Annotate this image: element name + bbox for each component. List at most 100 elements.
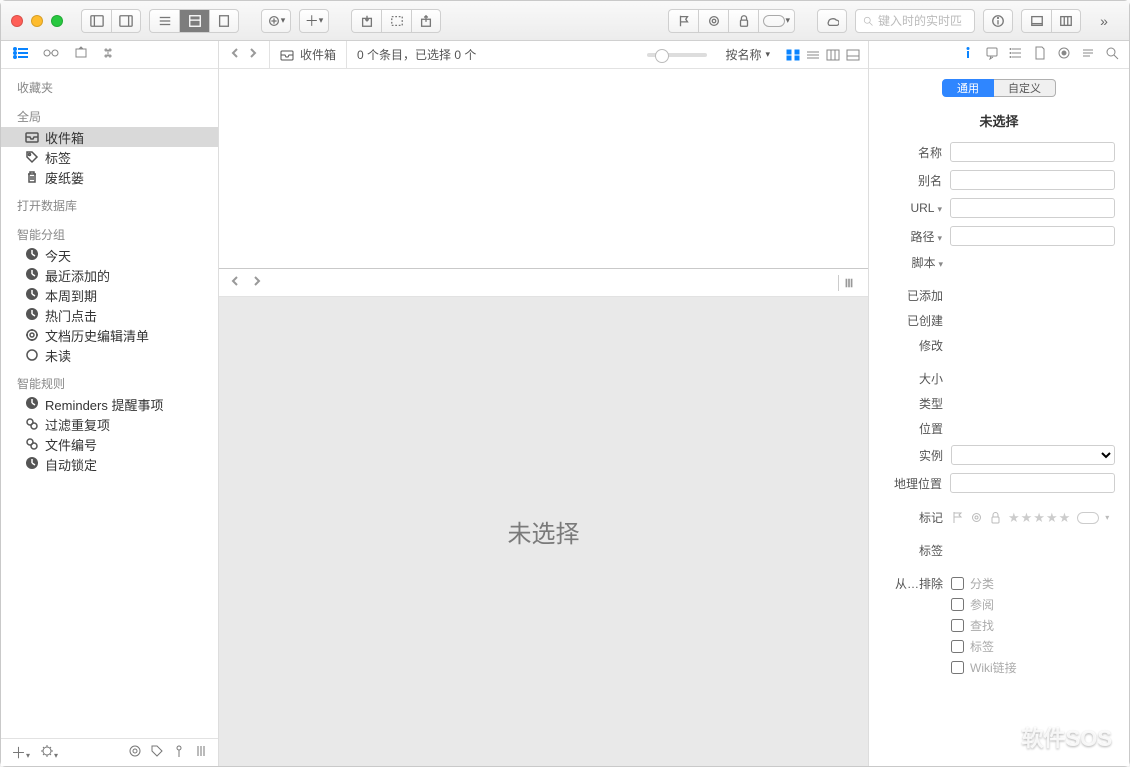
lock-button[interactable] — [728, 9, 758, 33]
inspector-tab-doc[interactable] — [1033, 46, 1047, 63]
section-smart-rules: 智能规则 — [1, 365, 218, 394]
preview-forward-button[interactable] — [251, 274, 263, 292]
exclude-find[interactable]: 查找 — [951, 617, 1033, 634]
inspector-title: 未选择 — [869, 107, 1129, 142]
zoom-slider[interactable] — [647, 53, 707, 57]
section-smart-groups: 智能分组 — [1, 216, 218, 245]
exclude-wiki[interactable]: Wiki链接 — [951, 659, 1033, 676]
field-geo[interactable] — [950, 473, 1115, 493]
preview-columns-icon[interactable] — [838, 275, 858, 291]
inspector-tab-text[interactable] — [1081, 46, 1095, 63]
field-instance[interactable] — [951, 445, 1115, 465]
nav-forward-button[interactable] — [247, 47, 259, 62]
preview-area: 未选择 — [219, 297, 868, 766]
sidebar-item-reminders[interactable]: Reminders 提醒事项 — [1, 394, 218, 414]
sort-menu[interactable]: 按名称▾ — [717, 46, 778, 63]
flag-button[interactable] — [668, 9, 698, 33]
inspector: 通用 自定义 未选择 名称 别名 URL▾ 路径▾ 脚本▾ 已添加 已创建 修改… — [869, 41, 1129, 766]
capture-button[interactable] — [381, 9, 411, 33]
sidebar-item-numbering[interactable]: 文件编号 — [1, 434, 218, 454]
view-document-button[interactable] — [209, 9, 239, 33]
field-alias[interactable] — [950, 170, 1115, 190]
watermark: 软件SOS — [990, 721, 1112, 753]
view-split-button[interactable] — [179, 9, 209, 33]
section-favorites: 收藏夹 — [1, 69, 218, 98]
inspector-tab-ai[interactable] — [1057, 46, 1071, 63]
sidebar-item-autolock[interactable]: 自动锁定 — [1, 454, 218, 474]
overflow-button[interactable]: » — [1089, 9, 1119, 33]
inspector-subtab-general[interactable]: 通用 — [942, 79, 994, 97]
sidebar: 收藏夹 全局 收件箱 标签 废纸篓 打开数据库 智能分组 今天 最近添加的 本周… — [1, 41, 219, 766]
view-icons-button[interactable] — [784, 47, 802, 63]
info-button[interactable] — [983, 9, 1013, 33]
sidebar-pin-icon[interactable] — [172, 744, 186, 761]
minimize-window-button[interactable] — [31, 15, 43, 27]
sidebar-columns-icon[interactable] — [194, 744, 208, 761]
sync-button[interactable] — [817, 9, 847, 33]
toggle-sidebar-button[interactable] — [81, 9, 111, 33]
inspector-tab-annot[interactable] — [985, 46, 999, 63]
section-open-db: 打开数据库 — [1, 187, 218, 216]
sidebar-item-today[interactable]: 今天 — [1, 245, 218, 265]
titlebar: ▾ ＋▾ ▾ 键入时的实时匹 » — [1, 1, 1129, 41]
action-menu-button[interactable]: ▾ — [261, 9, 291, 33]
field-path[interactable] — [950, 226, 1115, 246]
flag-icon — [951, 511, 964, 524]
close-window-button[interactable] — [11, 15, 23, 27]
sidebar-item-inbox[interactable]: 收件箱 — [1, 127, 218, 147]
sidebar-tag-icon[interactable] — [150, 744, 164, 761]
sidebar-item-trash[interactable]: 废纸篓 — [1, 167, 218, 187]
sidebar-item-recent[interactable]: 最近添加的 — [1, 265, 218, 285]
inspector-subtab-custom[interactable]: 自定义 — [994, 79, 1056, 97]
field-url[interactable] — [950, 198, 1115, 218]
circle-icon — [970, 511, 983, 524]
share-button[interactable] — [411, 9, 441, 33]
view-list-button[interactable] — [149, 9, 179, 33]
preview-back-button[interactable] — [229, 274, 241, 292]
lock-icon — [989, 511, 1002, 524]
exclude-see[interactable]: 参阅 — [951, 596, 1033, 613]
exclude-classify[interactable]: 分类 — [951, 575, 1033, 592]
unread-button[interactable] — [698, 9, 728, 33]
toolbar-search[interactable]: 键入时的实时匹 — [855, 9, 975, 33]
view-list2-button[interactable] — [804, 47, 822, 63]
exclude-tag[interactable]: 标签 — [951, 638, 1033, 655]
breadcrumb[interactable]: 收件箱 — [269, 41, 347, 68]
sidebar-mode-import[interactable] — [73, 46, 89, 63]
sidebar-settings-button[interactable]: ▾ — [40, 744, 58, 761]
sidebar-item-unread[interactable]: 未读 — [1, 345, 218, 365]
view-cover-button[interactable] — [844, 47, 862, 63]
window-controls — [11, 15, 63, 27]
inspector-tab-search[interactable] — [1105, 46, 1119, 63]
field-name[interactable] — [950, 142, 1115, 162]
sidebar-target-icon[interactable] — [128, 744, 142, 761]
sidebar-item-due[interactable]: 本周到期 — [1, 285, 218, 305]
item-list[interactable] — [219, 69, 868, 269]
inspector-tab-info[interactable] — [961, 46, 975, 63]
sidebar-item-tags[interactable]: 标签 — [1, 147, 218, 167]
sidebar-add-button[interactable]: ＋▾ — [11, 742, 30, 763]
item-count-status: 0 个条目，已选择 0 个 — [347, 46, 637, 63]
nav-back-button[interactable] — [229, 47, 241, 62]
toggle-preview-button[interactable] — [111, 9, 141, 33]
import-button[interactable] — [351, 9, 381, 33]
search-placeholder: 键入时的实时匹 — [878, 12, 962, 29]
sidebar-item-history[interactable]: 文档历史编辑清单 — [1, 325, 218, 345]
sidebar-item-dupes[interactable]: 过滤重复项 — [1, 414, 218, 434]
reader-button[interactable] — [1021, 9, 1051, 33]
sidebar-mode-extras[interactable] — [103, 46, 119, 63]
inspector-tab-toc[interactable] — [1009, 46, 1023, 63]
section-global: 全局 — [1, 98, 218, 127]
view-columns-button[interactable] — [824, 47, 842, 63]
sidebar-item-hot[interactable]: 热门点击 — [1, 305, 218, 325]
new-menu-button[interactable]: ＋▾ — [299, 9, 329, 33]
sidebar-mode-list[interactable] — [13, 46, 29, 63]
center-pane: 收件箱 0 个条目，已选择 0 个 按名称▾ 未选择 — [219, 41, 869, 766]
rating-stars: ★★★★★ — [1008, 510, 1071, 526]
sidebar-mode-read[interactable] — [43, 46, 59, 63]
marks-row[interactable]: ★★★★★ ▾ — [951, 510, 1109, 526]
label-button[interactable]: ▾ — [758, 9, 795, 33]
zoom-window-button[interactable] — [51, 15, 63, 27]
label-pill — [1077, 512, 1099, 524]
columns-button[interactable] — [1051, 9, 1081, 33]
